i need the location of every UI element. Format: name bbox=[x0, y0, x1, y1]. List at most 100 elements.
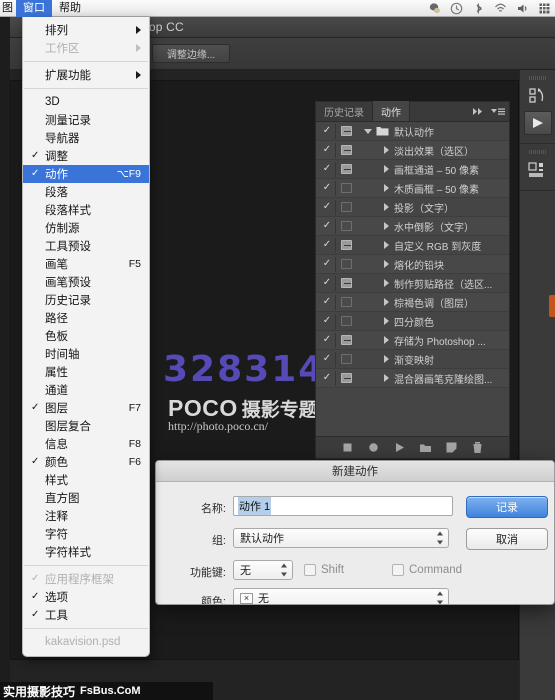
chevron-right-icon[interactable] bbox=[384, 279, 389, 287]
dialog-toggle-icon[interactable] bbox=[341, 335, 352, 345]
dialog-toggle[interactable] bbox=[336, 164, 356, 174]
action-row[interactable]: ✓四分颜色 bbox=[316, 312, 509, 331]
tab-history[interactable]: 历史记录 bbox=[316, 101, 373, 121]
menu-item-21[interactable]: 图层复合 bbox=[23, 417, 149, 435]
menu-item-10[interactable]: 仿制源 bbox=[23, 219, 149, 237]
chevron-right-icon[interactable] bbox=[384, 146, 389, 154]
stop-icon[interactable] bbox=[341, 441, 354, 454]
action-toggle-checkmark-icon[interactable]: ✓ bbox=[319, 164, 335, 174]
wifi-icon[interactable] bbox=[494, 2, 507, 15]
menu-item-25[interactable]: 直方图 bbox=[23, 489, 149, 507]
dialog-toggle-icon[interactable] bbox=[341, 221, 352, 231]
action-toggle-checkmark-icon[interactable]: ✓ bbox=[319, 183, 335, 193]
tab-actions[interactable]: 动作 bbox=[373, 101, 410, 121]
disclosure-triangle[interactable] bbox=[378, 184, 394, 192]
menu-item-3[interactable]: 3D bbox=[23, 93, 149, 111]
menu-item-15[interactable]: 路径 bbox=[23, 309, 149, 327]
dialog-toggle-icon[interactable] bbox=[341, 126, 352, 136]
action-toggle-checkmark-icon[interactable]: ✓ bbox=[319, 259, 335, 269]
menu-item-18[interactable]: 属性 bbox=[23, 363, 149, 381]
volume-icon[interactable] bbox=[516, 2, 529, 15]
action-row[interactable]: ✓木质画框 – 50 像素 bbox=[316, 179, 509, 198]
menu-item-17[interactable]: 时间轴 bbox=[23, 345, 149, 363]
dialog-toggle[interactable] bbox=[336, 202, 356, 212]
menu-item-26[interactable]: 注释 bbox=[23, 507, 149, 525]
action-row[interactable]: ✓棕褐色调（图层） bbox=[316, 293, 509, 312]
dialog-toggle[interactable] bbox=[336, 278, 356, 288]
disclosure-triangle[interactable] bbox=[378, 165, 394, 173]
stepper-arrows-icon[interactable] bbox=[437, 592, 444, 605]
dialog-toggle-icon[interactable] bbox=[341, 316, 352, 326]
chevron-right-icon[interactable] bbox=[384, 241, 389, 249]
dialog-toggle-icon[interactable] bbox=[341, 164, 352, 174]
disclosure-triangle[interactable] bbox=[378, 355, 394, 363]
chevron-right-icon[interactable] bbox=[384, 298, 389, 306]
menu-item-13[interactable]: 画笔预设 bbox=[23, 273, 149, 291]
menu-item-8[interactable]: 段落 bbox=[23, 183, 149, 201]
dialog-toggle[interactable] bbox=[336, 240, 356, 250]
timemachine-icon[interactable] bbox=[450, 2, 463, 15]
play-action-icon[interactable] bbox=[524, 111, 552, 135]
menu-item-16[interactable]: 色板 bbox=[23, 327, 149, 345]
menubar-item-0[interactable]: 图 bbox=[0, 0, 16, 17]
dialog-toggle-icon[interactable] bbox=[341, 354, 352, 364]
window-dropdown-menu[interactable]: 排列工作区扩展功能3D测量记录导航器✓调整✓动作⌥F9段落段落样式仿制源工具预设… bbox=[22, 17, 150, 657]
menu-item-0[interactable]: 排列 bbox=[23, 21, 149, 39]
input-method-icon[interactable] bbox=[538, 2, 551, 15]
action-toggle-checkmark-icon[interactable]: ✓ bbox=[319, 335, 335, 345]
menu-item-30[interactable]: ✓选项 bbox=[23, 588, 149, 606]
dialog-toggle-icon[interactable] bbox=[341, 278, 352, 288]
shift-checkbox[interactable]: Shift bbox=[304, 564, 344, 576]
action-row[interactable]: ✓制作剪贴路径（选区... bbox=[316, 274, 509, 293]
action-set-select[interactable]: 默认动作 bbox=[233, 528, 449, 548]
chevron-right-icon[interactable] bbox=[384, 336, 389, 344]
stepper-arrows-icon[interactable] bbox=[437, 532, 444, 545]
action-toggle-checkmark-icon[interactable]: ✓ bbox=[319, 316, 335, 326]
bluetooth-icon[interactable] bbox=[472, 2, 485, 15]
disclosure-triangle[interactable] bbox=[378, 260, 394, 268]
menu-item-24[interactable]: 样式 bbox=[23, 471, 149, 489]
dropbox-icon[interactable] bbox=[428, 2, 441, 15]
record-icon[interactable] bbox=[367, 441, 380, 454]
action-row[interactable]: ✓混合器画笔克隆绘图... bbox=[316, 369, 509, 388]
dialog-toggle[interactable] bbox=[336, 335, 356, 345]
disclosure-triangle[interactable] bbox=[378, 222, 394, 230]
action-row[interactable]: ✓水中倒影（文字） bbox=[316, 217, 509, 236]
action-toggle-checkmark-icon[interactable]: ✓ bbox=[319, 278, 335, 288]
disclosure-triangle[interactable] bbox=[360, 129, 376, 134]
panel-color-tab[interactable] bbox=[549, 295, 555, 317]
chevron-right-icon[interactable] bbox=[384, 184, 389, 192]
dialog-toggle[interactable] bbox=[336, 297, 356, 307]
dialog-toggle[interactable] bbox=[336, 354, 356, 364]
action-toggle-checkmark-icon[interactable]: ✓ bbox=[319, 221, 335, 231]
action-toggle-checkmark-icon[interactable]: ✓ bbox=[319, 354, 335, 364]
dialog-toggle-icon[interactable] bbox=[341, 183, 352, 193]
action-name-input[interactable]: 动作 1 bbox=[233, 496, 453, 516]
menu-item-14[interactable]: 历史记录 bbox=[23, 291, 149, 309]
chevron-right-icon[interactable] bbox=[384, 222, 389, 230]
dock-grip[interactable] bbox=[529, 76, 547, 80]
layers-panel-icon[interactable] bbox=[525, 158, 551, 182]
menu-item-12[interactable]: 画笔F5 bbox=[23, 255, 149, 273]
refine-edge-button[interactable]: 调整边缘... bbox=[152, 44, 230, 63]
chevron-right-icon[interactable] bbox=[384, 165, 389, 173]
menubar-item-window[interactable]: 窗口 bbox=[16, 0, 52, 17]
chevron-right-icon[interactable] bbox=[384, 260, 389, 268]
checkbox-icon[interactable] bbox=[304, 564, 316, 576]
dialog-toggle-icon[interactable] bbox=[341, 373, 352, 383]
menu-item-2[interactable]: 扩展功能 bbox=[23, 66, 149, 84]
dialog-toggle[interactable] bbox=[336, 316, 356, 326]
chevron-down-icon[interactable] bbox=[364, 129, 372, 134]
action-toggle-checkmark-icon[interactable]: ✓ bbox=[319, 297, 335, 307]
menubar-item-help[interactable]: 帮助 bbox=[52, 0, 88, 17]
chevron-right-icon[interactable] bbox=[384, 355, 389, 363]
dialog-toggle-icon[interactable] bbox=[341, 145, 352, 155]
disclosure-triangle[interactable] bbox=[378, 241, 394, 249]
menu-item-31[interactable]: ✓工具 bbox=[23, 606, 149, 624]
menu-item-29[interactable]: ✓应用程序框架 bbox=[23, 570, 149, 588]
action-row[interactable]: ✓淡出效果（选区） bbox=[316, 141, 509, 160]
new-action-icon[interactable] bbox=[445, 441, 458, 454]
dialog-toggle[interactable] bbox=[336, 126, 356, 136]
menu-item-4[interactable]: 测量记录 bbox=[23, 111, 149, 129]
menu-item-5[interactable]: 导航器 bbox=[23, 129, 149, 147]
